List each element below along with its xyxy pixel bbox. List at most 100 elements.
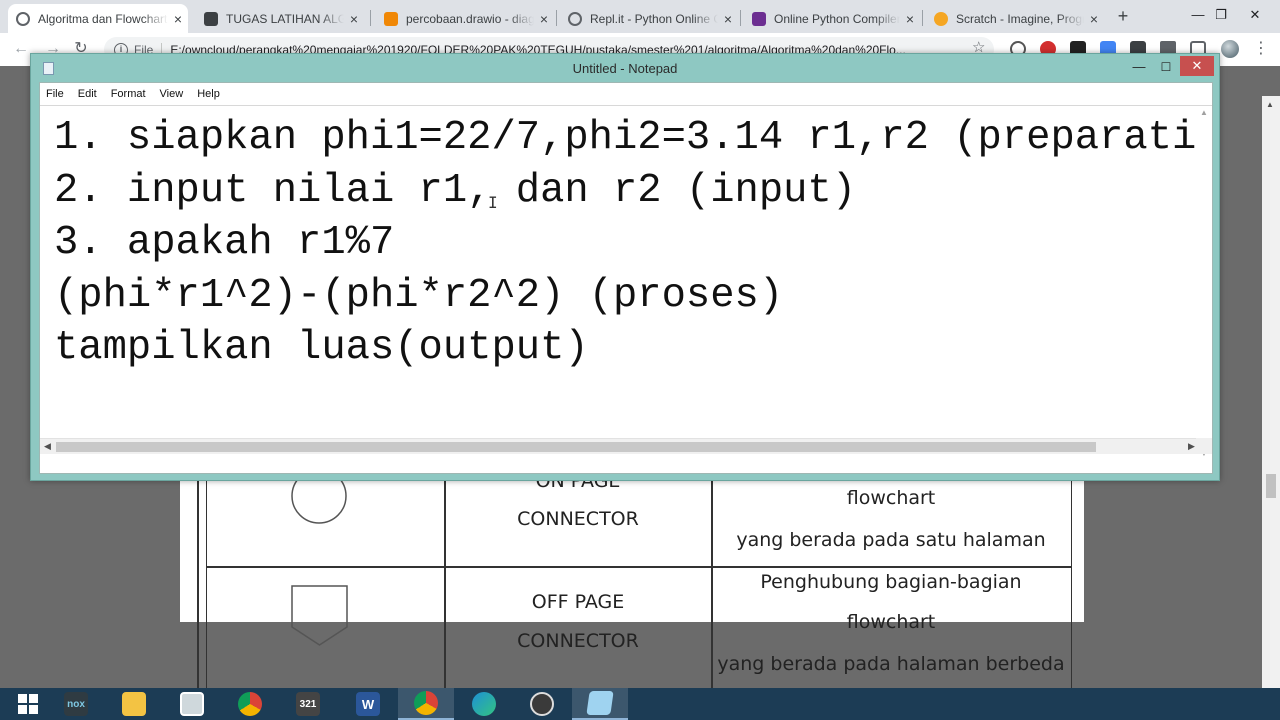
scratch-icon [934, 11, 948, 26]
notepad-menubar: File Edit Format View Help [40, 83, 1212, 104]
tab-replit[interactable]: Repl.it - Python Online C × [560, 4, 738, 33]
tab-title: Online Python Compiler [774, 11, 900, 26]
taskbar-notepad-app[interactable] [164, 688, 220, 720]
python-compiler-icon [752, 11, 766, 26]
menu-help[interactable]: Help [191, 88, 228, 100]
tab-title: percobaan.drawio - diag [406, 11, 534, 26]
scroll-left-icon[interactable]: ◀ [44, 441, 51, 452]
close-button[interactable]: ✕ [1180, 56, 1214, 76]
taskbar-explorer[interactable] [106, 688, 162, 720]
nox-icon: nox [64, 692, 88, 716]
symbol-desc-line: flowchart [846, 611, 936, 633]
window-icon [180, 692, 204, 716]
replit-icon [568, 11, 582, 26]
close-icon[interactable]: × [168, 11, 188, 27]
tab-drawio[interactable]: percobaan.drawio - diag × [376, 4, 554, 33]
taskbar-calendar[interactable]: 321 [280, 688, 336, 720]
page-border [197, 470, 199, 688]
symbol-name-line: CONNECTOR [517, 508, 639, 530]
scroll-thumb[interactable] [1266, 474, 1276, 498]
symbol-desc-line: yang berada pada halaman berbeda [717, 653, 1065, 675]
text-line: 2. input nilai r1, dan r2 (input) [54, 167, 857, 214]
tab-separator [740, 10, 741, 26]
notepad-text-area[interactable]: 1. siapkan phi1=22/7,phi2=3.14 r1,r2 (pr… [40, 105, 1212, 460]
symbol-name-line: OFF PAGE [531, 591, 625, 613]
folder-icon [122, 692, 146, 716]
tab-title: Repl.it - Python Online C [590, 11, 718, 26]
scroll-up-icon[interactable]: ▲ [1266, 100, 1274, 109]
taskbar-chrome[interactable] [222, 688, 278, 720]
chrome-icon [16, 11, 30, 26]
taskbar-chrome-2[interactable] [398, 688, 454, 720]
notepad-text[interactable]: 1. siapkan phi1=22/7,phi2=3.14 r1,r2 (pr… [54, 112, 1212, 375]
close-icon[interactable]: × [1084, 11, 1104, 27]
notepad-icon [586, 691, 614, 715]
taskbar-obs[interactable] [514, 688, 570, 720]
size-grip[interactable] [1196, 438, 1212, 454]
chrome-icon [414, 691, 438, 715]
table-row-divider [206, 566, 1072, 568]
menu-view[interactable]: View [154, 88, 192, 100]
menu-file[interactable]: File [40, 88, 72, 100]
word-icon: W [356, 692, 380, 716]
notepad-client: File Edit Format View Help 1. siapkan ph… [39, 82, 1213, 474]
text-line: (phi*r1^2)-(phi*r2^2) (proses) [54, 272, 784, 319]
notepad-titlebar[interactable]: Untitled - Notepad — ☐ ✕ [31, 54, 1219, 82]
close-icon[interactable]: × [534, 11, 554, 27]
back-button[interactable]: ← [10, 38, 32, 60]
vertical-scrollbar[interactable]: ▲ ▼ [1196, 106, 1212, 460]
window-restore-button[interactable]: ❐ [1206, 0, 1236, 30]
tab-separator [370, 10, 371, 26]
off-page-connector-symbol [291, 585, 348, 646]
tab-title: TUGAS LATIHAN ALGOR [226, 11, 344, 26]
edge-icon [472, 692, 496, 716]
close-icon[interactable]: × [900, 11, 920, 27]
tab-title: Scratch - Imagine, Progr [956, 11, 1084, 26]
notepad-title: Untitled - Notepad [572, 61, 678, 76]
horizontal-scrollbar[interactable]: ◀ ▶ [40, 438, 1212, 454]
classroom-icon [204, 11, 218, 26]
symbol-desc-line: Penghubung bagian-bagian [760, 571, 1022, 593]
notepad-window: Untitled - Notepad — ☐ ✕ File Edit Forma… [30, 53, 1220, 481]
symbol-desc-line: yang berada pada satu halaman [736, 529, 1046, 551]
tab-scratch[interactable]: Scratch - Imagine, Progr × [926, 4, 1104, 33]
taskbar-word[interactable]: W [340, 688, 396, 720]
maximize-button[interactable]: ☐ [1153, 57, 1179, 77]
text-line: 3. apakah r1%7 [54, 220, 395, 266]
taskbar-edge[interactable] [456, 688, 512, 720]
symbol-name-line: CONNECTOR [517, 630, 639, 652]
scroll-up-icon[interactable]: ▲ [1200, 108, 1208, 117]
symbol-desc-line: flowchart [846, 487, 936, 509]
text-line: 1. siapkan phi1=22/7,phi2=3.14 r1,r2 (pr… [54, 115, 1212, 161]
chrome-icon [238, 692, 262, 716]
scroll-thumb[interactable] [56, 442, 1096, 452]
close-icon[interactable]: × [718, 11, 738, 27]
taskbar-nox[interactable]: nox [48, 688, 104, 720]
taskbar: nox 321 W [0, 688, 1280, 720]
taskbar-notepad[interactable] [572, 688, 628, 720]
page-scrollbar[interactable]: ▲ [1262, 96, 1280, 688]
tab-separator [922, 10, 923, 26]
table-col-divider [444, 470, 446, 688]
tab-separator [556, 10, 557, 26]
drawio-icon [384, 11, 398, 26]
windows-icon [18, 694, 38, 714]
tab-title: Algoritma dan Flowchart [38, 11, 168, 26]
minimize-button[interactable]: — [1126, 57, 1152, 77]
scroll-right-icon[interactable]: ▶ [1188, 441, 1195, 452]
close-icon[interactable]: × [344, 11, 364, 27]
tab-strip: Algoritma dan Flowchart × TUGAS LATIHAN … [0, 0, 1280, 33]
menu-dots-icon[interactable]: ⋮ [1253, 38, 1269, 58]
text-cursor-icon: I [488, 193, 498, 212]
menu-format[interactable]: Format [105, 88, 154, 100]
window-close-button[interactable]: ✕ [1240, 0, 1270, 30]
calendar-icon: 321 [296, 692, 320, 716]
tab-algoritma-flowchart[interactable]: Algoritma dan Flowchart × [8, 4, 188, 33]
text-line: tampilkan luas(output) [54, 325, 589, 371]
new-tab-button[interactable]: + [1113, 5, 1133, 27]
obs-icon [530, 692, 554, 716]
tab-python-compiler[interactable]: Online Python Compiler × [744, 4, 920, 33]
menu-edit[interactable]: Edit [72, 88, 105, 100]
tab-tugas-latihan[interactable]: TUGAS LATIHAN ALGOR × [196, 4, 364, 33]
avatar[interactable] [1221, 40, 1239, 58]
